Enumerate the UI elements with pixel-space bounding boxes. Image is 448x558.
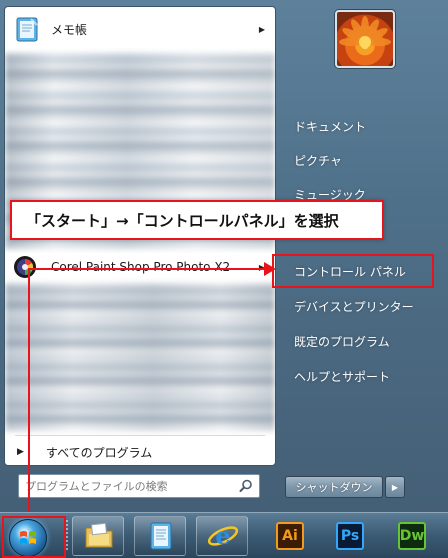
taskbar-illustrator-button[interactable]: Ai bbox=[276, 522, 304, 550]
right-item-default-programs[interactable]: 既定のプログラム bbox=[286, 327, 436, 355]
submenu-arrow-icon[interactable]: ▶ bbox=[259, 25, 265, 34]
right-item-label: ドキュメント bbox=[294, 119, 367, 134]
program-item-notepad[interactable]: メモ帳 ▶ bbox=[5, 7, 275, 51]
taskbar-photoshop-button[interactable]: Ps bbox=[336, 522, 364, 550]
start-button-highlight-box bbox=[2, 516, 66, 558]
right-item-documents[interactable]: ドキュメント bbox=[286, 112, 436, 140]
svg-text:e: e bbox=[215, 521, 230, 550]
right-item-label: ピクチャ bbox=[294, 153, 342, 168]
program-item-corel-paint-shop[interactable]: Corel Paint Shop Pro Photo X2 ▶ bbox=[5, 253, 275, 281]
right-item-label: デバイスとプリンター bbox=[294, 299, 414, 314]
shutdown-button[interactable]: シャットダウン bbox=[285, 476, 383, 498]
control-panel-highlight-box bbox=[272, 254, 434, 288]
photoshop-icon: Ps bbox=[340, 528, 360, 544]
notepad-icon bbox=[16, 17, 38, 42]
all-programs-label: すべてのプログラム bbox=[45, 445, 153, 460]
user-picture[interactable] bbox=[335, 10, 395, 68]
taskbar-dreamweaver-button[interactable]: Dw bbox=[398, 522, 426, 550]
right-item-help-support[interactable]: ヘルプとサポート bbox=[286, 362, 436, 390]
search-icon[interactable] bbox=[239, 479, 253, 493]
notepad-icon bbox=[150, 522, 172, 550]
dreamweaver-icon: Dw bbox=[399, 528, 425, 544]
blurred-program-list bbox=[5, 283, 275, 431]
internet-explorer-icon: e bbox=[207, 521, 239, 550]
right-item-label: ヘルプとサポート bbox=[294, 369, 391, 384]
shutdown-label: シャットダウン bbox=[295, 481, 373, 494]
right-item-label: 既定のプログラム bbox=[294, 334, 390, 349]
annotation-arrow-icon bbox=[264, 262, 276, 276]
search-placeholder: プログラムとファイルの検索 bbox=[25, 480, 168, 493]
flower-icon bbox=[339, 16, 391, 48]
chevron-right-icon: ▶ bbox=[391, 482, 399, 492]
annotation-line bbox=[28, 268, 266, 270]
arrow-right-icon: ▶ bbox=[17, 447, 24, 457]
corel-paint-shop-icon bbox=[14, 256, 36, 278]
right-item-devices-printers[interactable]: デバイスとプリンター bbox=[286, 292, 436, 320]
program-item-label: Corel Paint Shop Pro Photo X2 bbox=[51, 260, 231, 274]
shutdown-options-button[interactable]: ▶ bbox=[385, 476, 405, 498]
all-programs-button[interactable]: ▶ すべてのプログラム bbox=[5, 439, 275, 465]
instruction-callout: 「スタート」→「コントロールパネル」を選択 bbox=[10, 200, 384, 240]
folder-icon bbox=[85, 522, 113, 548]
illustrator-icon: Ai bbox=[282, 528, 298, 544]
start-menu: メモ帳 ▶ Corel Paint Shop Pro Photo X2 ▶ ▶ … bbox=[0, 0, 448, 512]
annotation-line bbox=[28, 269, 30, 517]
program-item-label: メモ帳 bbox=[51, 22, 88, 37]
callout-text: 「スタート」→「コントロールパネル」を選択 bbox=[26, 211, 339, 230]
right-item-pictures[interactable]: ピクチャ bbox=[286, 146, 436, 174]
taskbar-grip bbox=[66, 520, 68, 552]
search-input[interactable]: プログラムとファイルの検索 bbox=[18, 474, 260, 498]
divider bbox=[15, 435, 265, 436]
